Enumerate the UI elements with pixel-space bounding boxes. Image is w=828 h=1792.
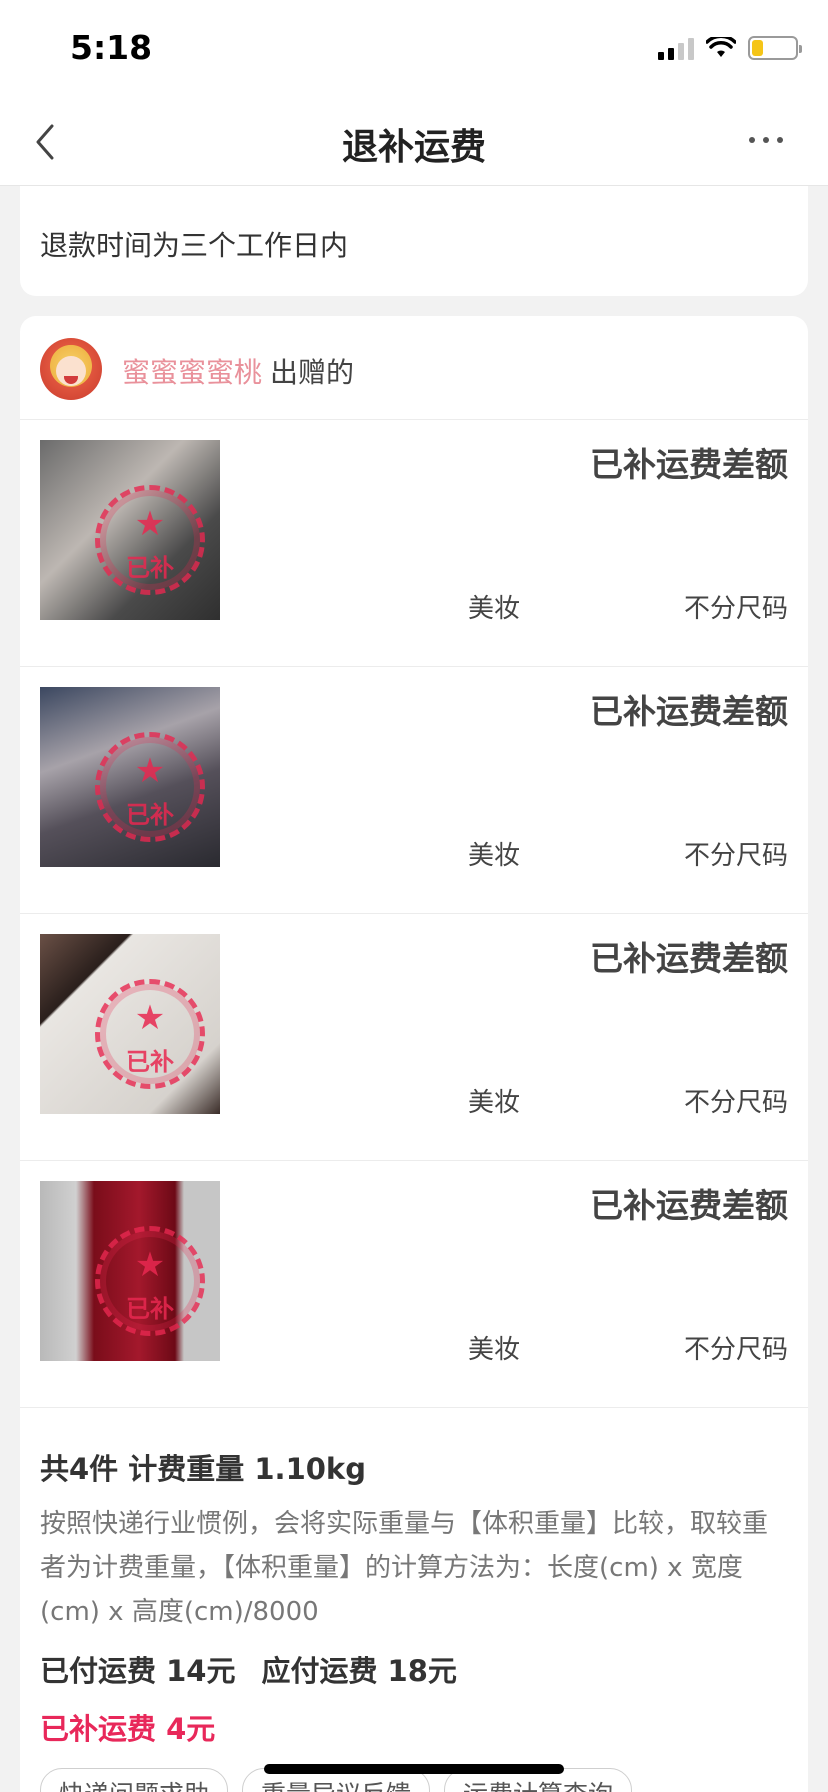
stamp-icon: ★ 已补 [95, 732, 205, 842]
battery-level [752, 40, 763, 56]
giver-row[interactable]: 蜜蜜蜜蜜桃 出赠的 [20, 316, 808, 420]
item-status: 已补运费差额 [590, 1186, 788, 1225]
more-horizontal-icon[interactable] [746, 130, 786, 150]
item-size: 不分尺码 [683, 1088, 788, 1118]
status-bar: 5:18 [0, 0, 828, 100]
wifi-icon [706, 37, 736, 57]
due-fee: 应付运费 18元 [261, 1654, 457, 1688]
item-category: 美妆 [468, 1088, 521, 1118]
product-image[interactable]: ★ 已补 [40, 687, 220, 867]
summary-description: 按照快递行业惯例，会将实际重量与【体积重量】比较，取较重者为计费重量，【体积重量… [40, 1509, 769, 1627]
summary-title: 共4件 计费重量 1.10kg [40, 1452, 366, 1486]
giver-name[interactable]: 蜜蜜蜜蜜桃 [122, 351, 262, 391]
item-category: 美妆 [468, 1335, 521, 1365]
nav-bar: 退补运费 [0, 100, 828, 186]
item-status: 已补运费差额 [590, 445, 788, 484]
paid-fee: 已付运费 14元 [40, 1654, 236, 1688]
item-size: 不分尺码 [683, 841, 788, 871]
item-status: 已补运费差额 [590, 939, 788, 978]
list-item[interactable]: ★ 已补 已补运费差额 美妆 不分尺码 [20, 914, 808, 1161]
list-item[interactable]: ★ 已补 已补运费差额 美妆 不分尺码 [20, 1161, 808, 1408]
tag-express-help[interactable]: 快递问题求助 [40, 1768, 229, 1792]
item-size: 不分尺码 [683, 594, 788, 624]
status-icons [658, 36, 802, 60]
item-status: 已补运费差额 [590, 692, 788, 731]
fee-line: 已付运费 14元 应付运费 18元 [40, 1648, 788, 1690]
item-size: 不分尺码 [683, 1335, 788, 1365]
product-image[interactable]: ★ 已补 [40, 1181, 220, 1361]
cellular-signal-icon [658, 36, 694, 60]
product-image[interactable]: ★ 已补 [40, 934, 220, 1114]
giver-suffix: 出赠的 [270, 356, 355, 389]
status-time: 5:18 [70, 28, 153, 67]
refund-note: 退款时间为三个工作日内 [40, 229, 349, 262]
item-category: 美妆 [468, 841, 521, 871]
product-image[interactable]: ★ 已补 [40, 440, 220, 620]
home-indicator [264, 1764, 564, 1774]
avatar[interactable] [40, 338, 102, 400]
stamp-icon: ★ 已补 [95, 1226, 205, 1336]
list-item[interactable]: ★ 已补 已补运费差额 美妆 不分尺码 [20, 667, 808, 914]
order-card: 蜜蜜蜜蜜桃 出赠的 ★ 已补 已补运费差额 美妆 不分尺码 ★ 已补 已补运费差… [20, 316, 808, 1792]
list-item[interactable]: ★ 已补 已补运费差额 美妆 不分尺码 [20, 420, 808, 667]
shipping-summary: 共4件 计费重量 1.10kg 按照快递行业惯例，会将实际重量与【体积重量】比较… [40, 1446, 788, 1748]
refund-note-card: 退款时间为三个工作日内 [20, 186, 808, 296]
page-title: 退补运费 [341, 127, 486, 168]
stamp-icon: ★ 已补 [95, 979, 205, 1089]
item-category: 美妆 [468, 594, 521, 624]
battery-icon [748, 36, 802, 60]
stamp-icon: ★ 已补 [95, 485, 205, 595]
extra-fee: 已补运费 4元 [40, 1712, 216, 1746]
